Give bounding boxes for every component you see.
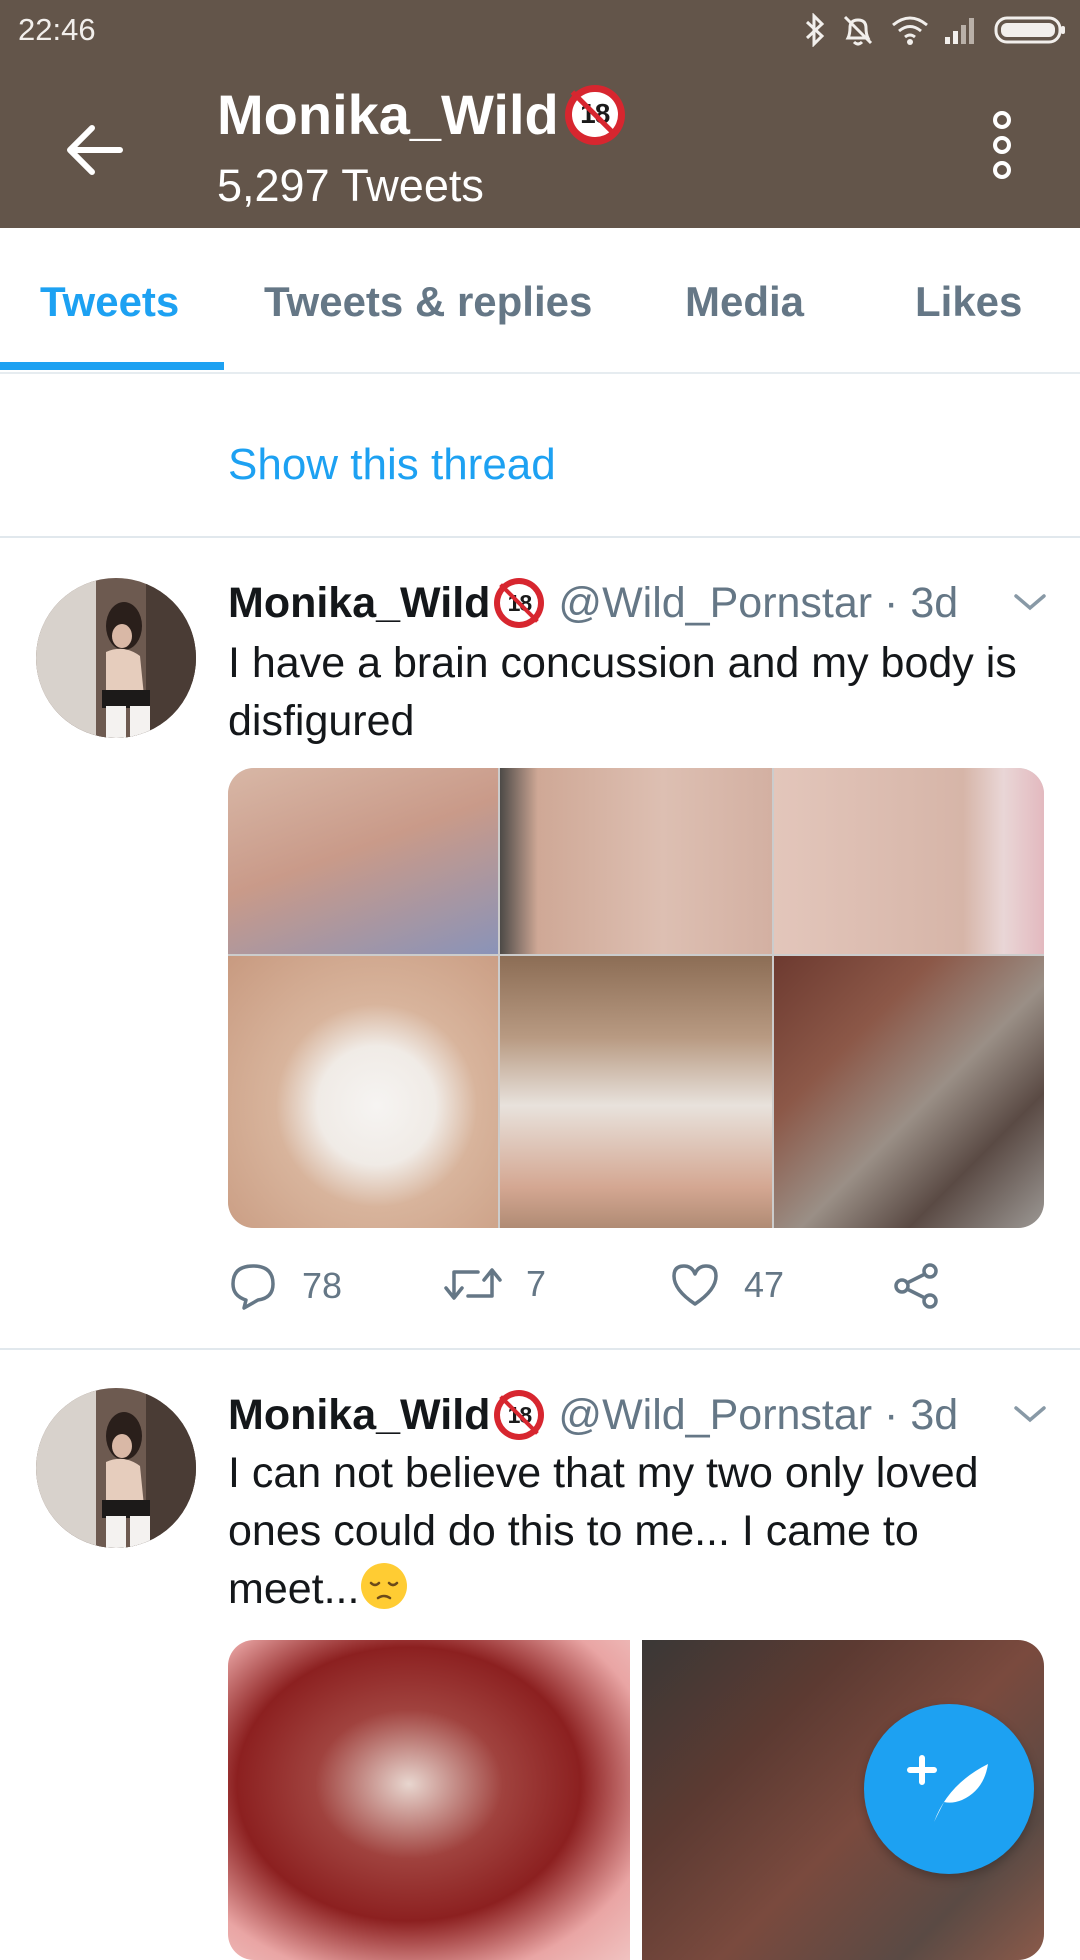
adult-badge: 18 (494, 578, 545, 628)
tab-tweets-replies[interactable]: Tweets & replies (264, 278, 592, 326)
tweet-media-grid[interactable] (228, 768, 1044, 1228)
status-icons (804, 12, 1066, 48)
profile-name: Monika_Wild (217, 83, 559, 146)
adult-badge: 18 (564, 84, 625, 145)
adult-badge: 18 (494, 1390, 545, 1440)
retweet-icon (444, 1268, 502, 1300)
active-tab-indicator (0, 362, 224, 370)
status-bar: 22:46 (0, 0, 1080, 60)
chevron-down-icon[interactable] (1012, 590, 1048, 614)
media-image[interactable] (228, 1640, 630, 1960)
tweet-handle-time[interactable]: @Wild_Pornstar · 3d (558, 1391, 958, 1440)
tweet-text: I have a brain concussion and my body is… (228, 639, 1017, 745)
tweet-author-name[interactable]: Monika_Wild (228, 579, 490, 628)
share-icon (894, 1263, 938, 1309)
chevron-down-icon[interactable] (1012, 1402, 1048, 1426)
media-image[interactable] (228, 956, 498, 1228)
tweet-text-block: I can not believe that my two only loved… (228, 1444, 1048, 1618)
like-button[interactable]: 47 (670, 1262, 784, 1308)
tab-tweets[interactable]: Tweets (40, 278, 179, 326)
reply-button[interactable]: 78 (228, 1262, 342, 1310)
reply-count: 78 (302, 1265, 343, 1306)
tab-likes[interactable]: Likes (915, 278, 1022, 326)
wifi-icon (892, 16, 928, 45)
avatar[interactable] (36, 578, 196, 738)
back-arrow-icon[interactable] (62, 120, 126, 180)
profile-header: 22:46 Monika_Wild 18 5,297 Tweets (0, 0, 1080, 228)
tweet-header: Monika_Wild 18 @Wild_Pornstar · 3d (228, 1390, 958, 1440)
media-image[interactable] (228, 768, 498, 954)
bluetooth-icon (805, 13, 825, 47)
media-image[interactable] (774, 956, 1044, 1228)
profile-title: Monika_Wild 18 (217, 82, 625, 147)
media-image[interactable] (774, 768, 1044, 954)
pensive-face-emoji (361, 1563, 408, 1609)
media-image[interactable] (500, 956, 772, 1228)
compose-tweet-button[interactable] (864, 1704, 1034, 1874)
more-vertical-icon[interactable] (982, 110, 1022, 180)
media-image[interactable] (500, 768, 772, 954)
retweet-button[interactable]: 7 (444, 1262, 546, 1306)
signal-icon (945, 18, 974, 44)
status-time: 22:46 (18, 12, 96, 47)
feed-divider (0, 1348, 1080, 1350)
battery-icon (994, 16, 1065, 44)
avatar[interactable] (36, 1388, 196, 1548)
tweet-actions: 78 7 47 (228, 1262, 1048, 1322)
tweet-header: Monika_Wild 18 @Wild_Pornstar · 3d (228, 578, 958, 628)
show-thread-link[interactable]: Show this thread (228, 440, 556, 490)
retweet-count: 7 (526, 1263, 547, 1304)
tweet-text: I can not believe that my two only loved… (228, 1449, 979, 1613)
reply-icon (231, 1264, 275, 1310)
muted-alarm-icon (843, 15, 873, 46)
like-icon (672, 1264, 718, 1306)
share-button[interactable] (892, 1262, 966, 1310)
compose-icon (907, 1755, 988, 1822)
profile-tabs: Tweets Tweets & replies Media Likes (0, 228, 1080, 374)
feed-divider (0, 536, 1080, 538)
tweet-count: 5,297 Tweets (217, 160, 484, 211)
like-count: 47 (744, 1264, 785, 1305)
tab-media[interactable]: Media (685, 278, 804, 326)
tweet-handle-time[interactable]: @Wild_Pornstar · 3d (558, 579, 958, 628)
tweet-author-name[interactable]: Monika_Wild (228, 1391, 490, 1440)
